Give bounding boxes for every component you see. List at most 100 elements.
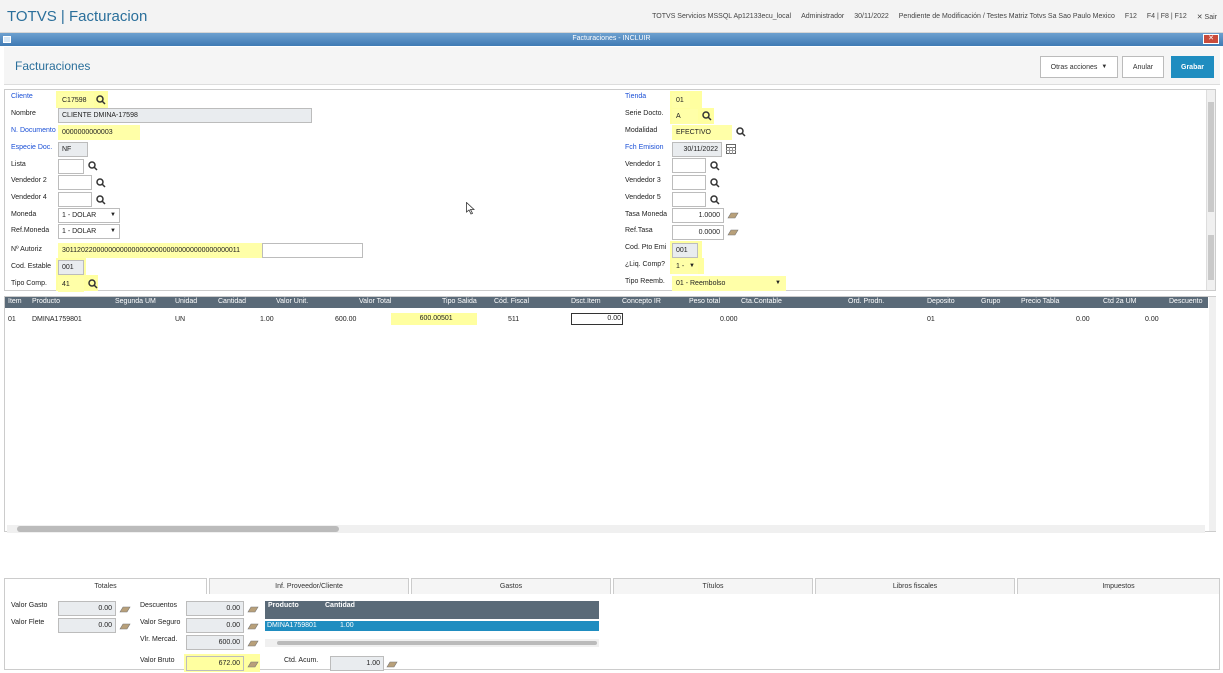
- search-icon[interactable]: [96, 195, 106, 205]
- product-summary-hscroll-thumb[interactable]: [277, 641, 597, 645]
- items-grid[interactable]: Item Producto Segunda UM Unidad Cantidad…: [4, 296, 1216, 533]
- col-concepto-ir[interactable]: Concepto IR: [622, 298, 661, 305]
- tab-impuestos[interactable]: Impuestos: [1017, 578, 1220, 595]
- search-icon[interactable]: [88, 161, 98, 171]
- nautoriz-field[interactable]: 3011202200000000000000000000000000000000…: [58, 243, 262, 258]
- col-tipo-salida[interactable]: Tipo Salida: [442, 298, 477, 305]
- pencil-icon[interactable]: [386, 660, 398, 668]
- vendedor1-field[interactable]: [672, 158, 706, 173]
- ndocumento-field[interactable]: 0000000000003: [58, 125, 140, 140]
- reftasa-field[interactable]: 0.0000: [672, 225, 724, 240]
- search-icon[interactable]: [88, 279, 98, 289]
- list-item[interactable]: DMINA1759801 1.00: [265, 621, 599, 631]
- window-close-button[interactable]: ✕: [1203, 34, 1219, 44]
- tiporeemb-select[interactable]: 01 - Reembolso ▼: [672, 276, 786, 291]
- search-icon[interactable]: [736, 127, 746, 137]
- pencil-icon[interactable]: [727, 211, 739, 219]
- product-summary-hscroll[interactable]: [265, 639, 599, 647]
- cell-ctd-2a-um[interactable]: 0.00: [1145, 316, 1159, 323]
- tipocomp-field[interactable]: 41: [58, 277, 84, 292]
- col-item[interactable]: Item: [8, 298, 22, 305]
- save-button[interactable]: Grabar: [1171, 56, 1214, 78]
- col-precio-tabla[interactable]: Precio Tabla: [1021, 298, 1059, 305]
- pencil-icon[interactable]: [247, 605, 259, 613]
- cell-cantidad[interactable]: 1.00: [260, 316, 274, 323]
- col-deposito[interactable]: Deposito: [927, 298, 955, 305]
- search-icon[interactable]: [710, 161, 720, 171]
- grid-vertical-scrollbar[interactable]: [1209, 297, 1216, 531]
- cell-producto[interactable]: DMINA1759801: [32, 316, 82, 323]
- cell-dsct-item[interactable]: 0.00: [571, 313, 623, 325]
- cell-valor-unit[interactable]: 600.00: [335, 316, 356, 323]
- cell-unidad[interactable]: UN: [175, 316, 185, 323]
- col-ctd-2a-um[interactable]: Ctd 2a UM: [1103, 298, 1136, 305]
- liqcomp-select[interactable]: 1 - ▼: [672, 259, 698, 274]
- cliente-field[interactable]: C17598: [58, 93, 94, 108]
- cancel-button[interactable]: Anular: [1122, 56, 1164, 78]
- col-valor-unit[interactable]: Valor Unit.: [276, 298, 308, 305]
- col-cantidad[interactable]: Cantidad: [218, 298, 246, 305]
- search-icon[interactable]: [96, 95, 106, 105]
- tab-totales[interactable]: Totales: [4, 578, 207, 595]
- tab-titulos[interactable]: Títulos: [613, 578, 813, 595]
- col-segunda-um[interactable]: Segunda UM: [115, 298, 156, 305]
- col-producto[interactable]: Producto: [268, 602, 299, 609]
- cell-producto: DMINA1759801: [267, 622, 317, 629]
- col-dsct-item[interactable]: Dsct.Item: [571, 298, 601, 305]
- tienda-field[interactable]: 01: [672, 93, 690, 108]
- f12-shortcut[interactable]: F12: [1125, 13, 1137, 21]
- cell-item[interactable]: 01: [8, 316, 16, 323]
- form-scroll-thumb[interactable]: [1208, 102, 1214, 212]
- col-grupo[interactable]: Grupo: [981, 298, 1000, 305]
- other-actions-button[interactable]: Otras acciones ▼: [1040, 56, 1118, 78]
- form-scrollbar[interactable]: [1206, 90, 1215, 290]
- tab-gastos[interactable]: Gastos: [411, 578, 611, 595]
- col-unidad[interactable]: Unidad: [175, 298, 197, 305]
- search-icon[interactable]: [96, 178, 106, 188]
- cell-peso-total[interactable]: 0.000: [720, 316, 738, 323]
- col-descuento[interactable]: Descuento: [1169, 298, 1202, 305]
- vendedor2-field[interactable]: [58, 175, 92, 190]
- table-row[interactable]: 01 DMINA1759801 UN 1.00 600.00 600.00 50…: [5, 313, 1208, 325]
- search-icon[interactable]: [702, 111, 712, 121]
- cell-precio-tabla[interactable]: 0.00: [1076, 316, 1090, 323]
- cell-cod-fiscal[interactable]: 511: [508, 316, 519, 323]
- grid-hscroll-thumb[interactable]: [17, 526, 339, 532]
- pencil-icon[interactable]: [119, 622, 131, 630]
- search-icon[interactable]: [710, 195, 720, 205]
- pencil-icon[interactable]: [119, 605, 131, 613]
- serie-field[interactable]: A: [672, 109, 698, 124]
- vendedor4-field[interactable]: [58, 192, 92, 207]
- calendar-icon[interactable]: [726, 144, 736, 154]
- pencil-icon[interactable]: [247, 660, 259, 668]
- modalidad-field[interactable]: EFECTIVO: [672, 125, 732, 140]
- lista-field[interactable]: [58, 159, 84, 174]
- search-icon[interactable]: [710, 178, 720, 188]
- cell-tipo-salida[interactable]: 501: [441, 313, 477, 325]
- grid-horizontal-scrollbar[interactable]: [7, 525, 1205, 533]
- refmoneda-select[interactable]: 1 - DOLAR ▼: [58, 224, 120, 239]
- nautoriz-field-ext[interactable]: [262, 243, 363, 258]
- col-peso-total[interactable]: Peso total: [689, 298, 720, 305]
- col-cod-fiscal[interactable]: Cód. Fiscal: [494, 298, 529, 305]
- tab-inf-proveedor[interactable]: Inf. Proveedor/Cliente: [209, 578, 409, 595]
- form-scroll-thumb-2[interactable]: [1208, 235, 1214, 280]
- pencil-icon[interactable]: [247, 639, 259, 647]
- col-cantidad[interactable]: Cantidad: [325, 602, 355, 609]
- vendedor3-field[interactable]: [672, 175, 706, 190]
- tasamoneda-field[interactable]: 1.0000: [672, 208, 724, 223]
- vendedor5-field[interactable]: [672, 192, 706, 207]
- moneda-select[interactable]: 1 - DOLAR ▼: [58, 208, 120, 223]
- cell-deposito[interactable]: 01: [927, 316, 935, 323]
- col-valor-total[interactable]: Valor Total: [359, 298, 391, 305]
- pencil-icon[interactable]: [247, 622, 259, 630]
- shortcuts[interactable]: F4 | F8 | F12: [1147, 13, 1187, 21]
- col-producto[interactable]: Producto: [32, 298, 60, 305]
- cell-valor-total[interactable]: 600.00: [391, 313, 441, 325]
- col-ord-prodn[interactable]: Ord. Prodn.: [848, 298, 884, 305]
- tab-libros-fiscales[interactable]: Libros fiscales: [815, 578, 1015, 595]
- pencil-icon[interactable]: [727, 228, 739, 236]
- col-cta-contable[interactable]: Cta.Contable: [741, 298, 782, 305]
- exit-button[interactable]: ✕ Sair: [1197, 13, 1217, 21]
- product-summary-grid[interactable]: Producto Cantidad DMINA1759801 1.00: [265, 601, 599, 647]
